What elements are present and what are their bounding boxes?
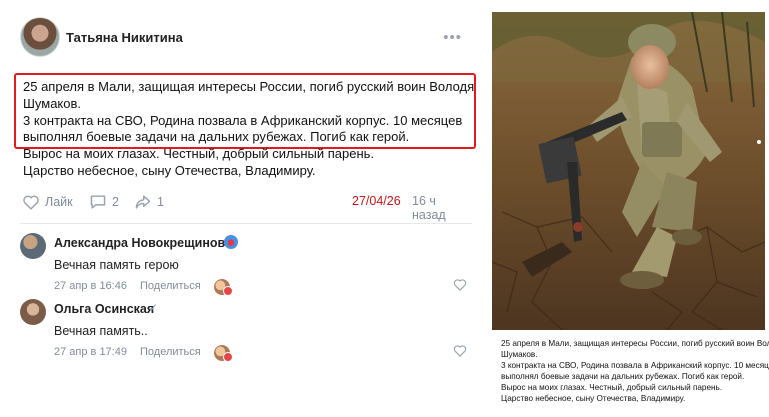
post-text: 25 апреля в Мали, защищая интересы Росси… (23, 79, 475, 180)
post-date-stamp: 27/04/26 (352, 194, 401, 208)
post-text-line: 3 контракта на СВО, Родина позвала в Афр… (23, 112, 463, 128)
post-header: Татьяна Никитина ••• (20, 17, 470, 59)
comment-share-button[interactable]: Поделиться (140, 280, 201, 292)
reaction-avatar-icon[interactable] (214, 279, 233, 296)
post-text-line: выполнял боевые задачи на дальних рубежа… (23, 129, 410, 145)
media-panel: 25 апреля в Мали, защищая интересы Росси… (490, 12, 769, 417)
commenter-name[interactable]: Ольга Осинская (54, 302, 154, 316)
share-button[interactable]: 1 (134, 192, 164, 212)
comment-count: 2 (112, 195, 119, 209)
like-label: Лайк (45, 195, 73, 209)
post-actions: Лайк 2 1 27/04/26 16 ч назад (22, 192, 472, 222)
caption-line: Вырос на моих глазах. Честный, добрый си… (501, 383, 723, 392)
comment-button[interactable]: 2 (89, 192, 119, 212)
comment-share-button[interactable]: Поделиться (140, 346, 201, 358)
author-avatar[interactable] (20, 17, 60, 57)
author-name[interactable]: Татьяна Никитина (66, 30, 183, 45)
commenter-avatar[interactable] (20, 233, 46, 259)
more-dots-icon[interactable]: ••• (443, 29, 462, 46)
share-count: 1 (157, 195, 164, 209)
post-card: Татьяна Никитина ••• 25 апреля в Мали, з… (0, 0, 490, 417)
heart-icon (453, 345, 467, 357)
commenter-avatar[interactable] (20, 299, 46, 325)
commenter-name[interactable]: Александра Новокрещинова (54, 236, 232, 250)
heart-icon (23, 195, 39, 210)
caption-line: Шумаков. (501, 350, 538, 359)
post-text-line: Вырос на моих глазах. Честный, добрый си… (23, 146, 375, 162)
verified-check-icon: ✓ (148, 301, 159, 315)
share-arrow-icon (135, 195, 151, 209)
comment-item: Ольга Осинская ✓ Вечная память.. 27 апр … (20, 299, 472, 362)
photo-caption: 25 апреля в Мали, защищая интересы Росси… (501, 338, 769, 404)
heart-icon (453, 279, 467, 291)
comment-text: Вечная память герою (54, 258, 179, 272)
photo-image (492, 12, 765, 330)
comment-item: Александра Новокрещинова Вечная память г… (20, 233, 472, 296)
comment-like-button[interactable] (453, 278, 467, 291)
caption-line: выполнял боевые задачи на дальних рубежа… (501, 372, 745, 381)
reaction-avatar-icon[interactable] (214, 345, 233, 362)
profile-badge-icon (224, 235, 238, 249)
comment-date[interactable]: 27 апр в 16:46 (54, 280, 127, 292)
post-text-line: Шумаков. (23, 95, 82, 111)
comment-date[interactable]: 27 апр в 17:49 (54, 346, 127, 358)
soldier-photo[interactable] (492, 12, 765, 330)
like-button[interactable]: Лайк (22, 192, 73, 212)
post-text-line: 25 апреля в Мали, защищая интересы Росси… (23, 79, 475, 94)
caption-line: Царство небесное, сыну Отечества, Владим… (501, 394, 686, 403)
comment-icon (90, 195, 106, 209)
post-time-ago[interactable]: 16 ч назад (412, 194, 472, 222)
divider (20, 223, 472, 224)
comment-text: Вечная память.. (54, 324, 148, 338)
post-text-line: Царство небесное, сыну Отечества, Владим… (23, 162, 316, 178)
comment-like-button[interactable] (453, 344, 467, 357)
caption-line: 3 контракта на СВО, Родина позвала в Афр… (501, 361, 769, 370)
caption-line: 25 апреля в Мали, защищая интересы Росси… (501, 339, 769, 348)
